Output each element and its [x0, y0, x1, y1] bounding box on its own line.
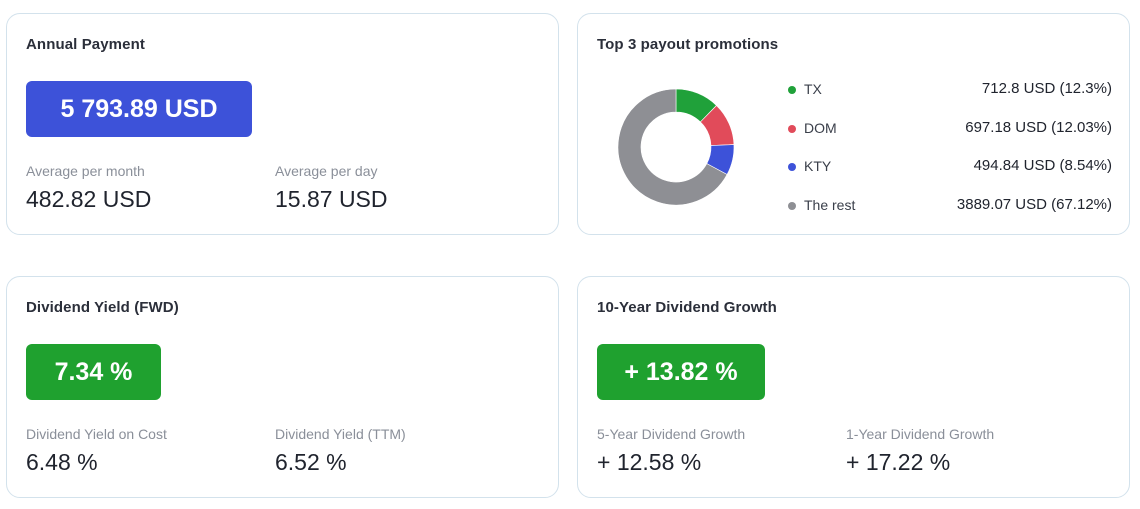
yield-on-cost-label: Dividend Yield on Cost	[26, 426, 167, 442]
dividend-growth-card: 10-Year Dividend Growth + 13.82 % 5-Year…	[577, 276, 1130, 498]
legend-value: 697.18 USD (12.03%)	[965, 119, 1112, 136]
average-per-day-label: Average per day	[275, 163, 378, 179]
average-per-month-value: 482.82 USD	[26, 186, 152, 212]
annual-payment-card: Annual Payment 5 793.89 USD Average per …	[6, 13, 559, 235]
average-per-day-value: 15.87 USD	[275, 186, 388, 212]
legend-dot	[788, 202, 796, 210]
growth-1y-label: 1-Year Dividend Growth	[846, 426, 995, 442]
dividend-yield-title: Dividend Yield (FWD)	[26, 299, 179, 316]
legend-item-the-rest[interactable]: The rest 3889.07 USD (67.12%)	[788, 196, 1112, 216]
legend-name: DOM	[804, 120, 837, 136]
legend-dot	[788, 125, 796, 133]
legend-value: 712.8 USD (12.3%)	[981, 80, 1112, 97]
growth-5y-value: + 12.58 %	[597, 449, 702, 475]
payout-promotions-title: Top 3 payout promotions	[597, 36, 779, 53]
growth-5y-label: 5-Year Dividend Growth	[597, 426, 746, 442]
legend-item-dom[interactable]: DOM 697.18 USD (12.03%)	[788, 119, 1112, 139]
legend-dot	[788, 86, 796, 94]
growth-1y-value: + 17.22 %	[846, 449, 951, 475]
yield-ttm-value: 6.52 %	[275, 449, 347, 475]
legend-name: TX	[804, 81, 822, 97]
legend-name: The rest	[804, 197, 856, 213]
dividend-yield-card: Dividend Yield (FWD) 7.34 % Dividend Yie…	[6, 276, 559, 498]
yield-ttm-label: Dividend Yield (TTM)	[275, 426, 406, 442]
legend-value: 494.84 USD (8.54%)	[973, 157, 1112, 174]
annual-payment-title: Annual Payment	[26, 36, 145, 53]
annual-payment-total: 5 793.89 USD	[26, 81, 252, 137]
yield-on-cost-value: 6.48 %	[26, 449, 98, 475]
legend-item-kty[interactable]: KTY 494.84 USD (8.54%)	[788, 157, 1112, 177]
legend-value: 3889.07 USD (67.12%)	[956, 196, 1112, 213]
legend-item-tx[interactable]: TX 712.8 USD (12.3%)	[788, 80, 1112, 100]
dividend-yield-fwd-value: 7.34 %	[26, 344, 161, 400]
average-per-month-label: Average per month	[26, 163, 145, 179]
payout-promotions-card: Top 3 payout promotions TX 712.8 USD (12…	[577, 13, 1130, 235]
legend-name: KTY	[804, 158, 832, 174]
dividend-growth-10y-value: + 13.82 %	[597, 344, 765, 400]
dividend-growth-title: 10-Year Dividend Growth	[597, 299, 777, 316]
payout-donut-chart	[617, 88, 735, 206]
legend-dot	[788, 163, 796, 171]
